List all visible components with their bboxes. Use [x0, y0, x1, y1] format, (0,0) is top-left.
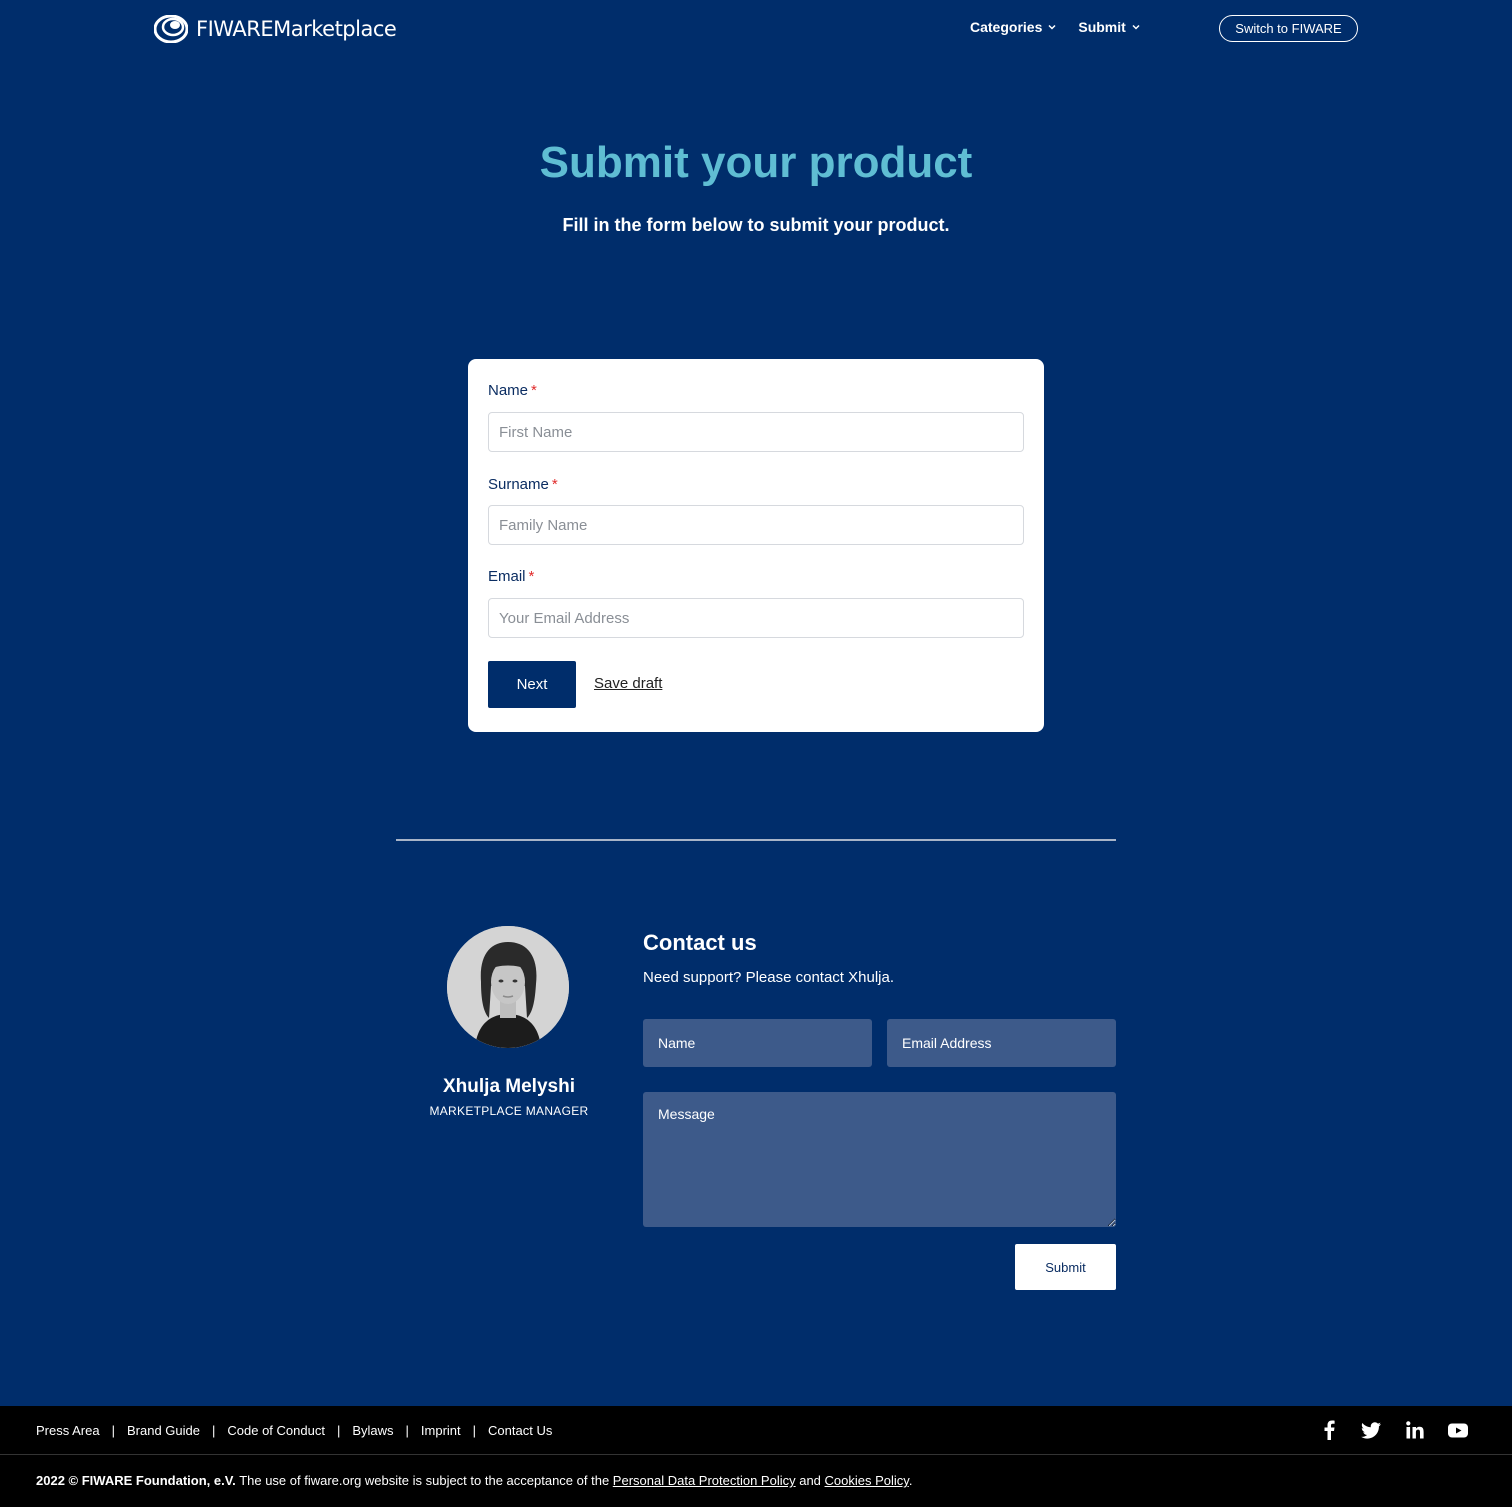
footer-link-brand-guide[interactable]: Brand Guide	[127, 1423, 200, 1438]
page-title: Submit your product	[539, 138, 973, 187]
facebook-icon[interactable]	[1318, 1419, 1340, 1441]
contact-title: Contact us	[643, 930, 757, 955]
footer-separator: |	[405, 1423, 409, 1438]
footer-link-press-area[interactable]: Press Area	[36, 1423, 100, 1438]
avatar	[447, 926, 569, 1048]
footer-link-bylaws[interactable]: Bylaws	[352, 1423, 393, 1438]
chevron-down-icon	[1132, 24, 1140, 30]
contact-person-name: Xhulja Melyshi	[443, 1076, 575, 1097]
footer-link-code-of-conduct[interactable]: Code of Conduct	[227, 1423, 325, 1438]
section-divider	[396, 839, 1116, 841]
contact-message-textarea[interactable]	[643, 1092, 1116, 1227]
footer-link-imprint[interactable]: Imprint	[421, 1423, 461, 1438]
family-name-input[interactable]	[488, 505, 1024, 545]
nav-submit-label: Submit	[1078, 19, 1126, 35]
nav-categories[interactable]: Categories	[970, 19, 1056, 35]
footer-links-bar: Press Area | Brand Guide | Code of Condu…	[0, 1406, 1512, 1455]
chevron-down-icon	[1048, 24, 1056, 30]
cookies-policy-link[interactable]: Cookies Policy	[825, 1473, 909, 1488]
youtube-icon[interactable]	[1447, 1419, 1469, 1441]
name-label: Name *	[488, 382, 537, 399]
surname-label: Surname *	[488, 476, 558, 493]
main-nav: Categories Submit	[970, 19, 1140, 35]
required-mark: *	[531, 382, 537, 399]
footer-copyright-bar: 2022 © FIWARE Foundation, e.V. The use o…	[0, 1455, 1512, 1507]
copyright-text: 2022 © FIWARE Foundation, e.V. The use o…	[36, 1473, 913, 1488]
nav-categories-label: Categories	[970, 19, 1043, 35]
footer-links: Press Area | Brand Guide | Code of Condu…	[36, 1423, 552, 1438]
site-header: FIWAREMarketplace Categories Submit Swit…	[0, 0, 1512, 58]
fiware-logo[interactable]: FIWAREMarketplace	[154, 14, 397, 44]
contact-submit-button[interactable]: Submit	[1015, 1244, 1116, 1290]
nav-submit[interactable]: Submit	[1078, 19, 1140, 35]
submit-product-form: Name* Surname* Email* Next Save draft	[468, 359, 1044, 732]
contact-name-input[interactable]	[643, 1019, 872, 1067]
linkedin-icon[interactable]	[1404, 1419, 1426, 1441]
footer-separator: |	[211, 1423, 216, 1438]
first-name-input[interactable]	[488, 412, 1024, 452]
next-button[interactable]: Next	[488, 661, 576, 708]
contact-subtitle: Need support? Please contact Xhulja.	[643, 969, 894, 986]
required-mark: *	[551, 476, 558, 493]
page-subtitle: Fill in the form below to submit your pr…	[562, 215, 950, 235]
privacy-policy-link[interactable]: Personal Data Protection Policy	[613, 1473, 796, 1488]
twitter-icon[interactable]	[1360, 1419, 1382, 1441]
footer-separator: |	[472, 1423, 477, 1438]
fiware-logo-icon	[154, 15, 188, 43]
contact-email-input[interactable]	[887, 1019, 1116, 1067]
required-mark: *	[528, 568, 535, 585]
logo-text: FIWAREMarketplace	[196, 17, 397, 41]
person-portrait-icon	[447, 926, 569, 1048]
footer-separator: |	[336, 1423, 341, 1438]
switch-to-fiware-button[interactable]: Switch to FIWARE	[1219, 15, 1358, 42]
footer-link-contact-us[interactable]: Contact Us	[488, 1423, 552, 1438]
save-draft-link[interactable]: Save draft	[594, 675, 662, 692]
footer-separator: |	[111, 1423, 115, 1438]
email-label: Email *	[488, 568, 535, 585]
copyright-owner: 2022 © FIWARE Foundation, e.V.	[36, 1473, 236, 1488]
contact-person-role: MARKETPLACE MANAGER	[429, 1104, 589, 1118]
email-input[interactable]	[488, 598, 1024, 638]
